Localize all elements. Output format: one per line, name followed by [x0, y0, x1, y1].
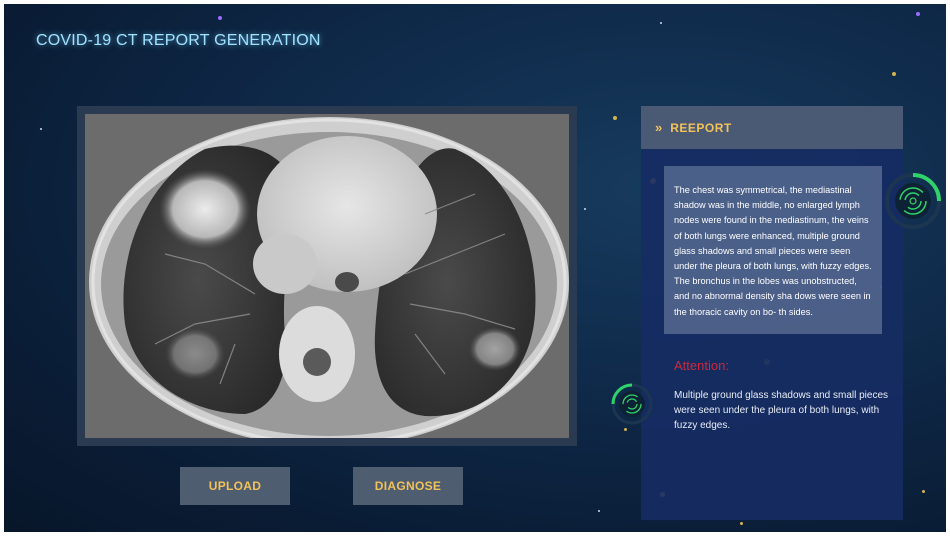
star-decoration: [584, 208, 586, 210]
star-decoration: [218, 16, 222, 20]
star-decoration: [624, 428, 627, 431]
star-decoration: [892, 72, 896, 76]
chest-ct-scan-image: [85, 114, 569, 447]
report-findings-text: The chest was symmetrical, the mediastin…: [674, 185, 872, 317]
star-decoration: [40, 128, 42, 130]
report-title: REEPORT: [670, 120, 732, 135]
star-decoration: [613, 116, 617, 120]
star-decoration: [598, 510, 600, 512]
attention-label: Attention:: [674, 358, 729, 373]
star-decoration: [740, 522, 743, 525]
attention-text: Multiple ground glass shadows and small …: [674, 390, 889, 431]
diagnose-button[interactable]: DIAGNOSE: [353, 467, 463, 505]
app-background: COVID-19 CT REPORT GENERATION UPLOAD DIA…: [4, 4, 946, 532]
ct-scan-graphic: [85, 114, 569, 447]
double-chevron-right-icon: »: [655, 120, 663, 135]
spinner-ring-icon: [885, 173, 941, 229]
app-title: COVID-19 CT REPORT GENERATION: [36, 32, 321, 49]
star-decoration: [922, 490, 925, 493]
report-header: » REEPORT: [641, 106, 903, 149]
star-decoration: [916, 12, 920, 16]
report-panel: » REEPORT The chest was symmetrical, the…: [641, 106, 903, 520]
report-findings-box: The chest was symmetrical, the mediastin…: [664, 166, 882, 334]
star-decoration: [660, 22, 662, 24]
spinner-ring-icon: [611, 383, 653, 425]
upload-button[interactable]: UPLOAD: [180, 467, 290, 505]
ct-image-panel: [77, 106, 577, 447]
